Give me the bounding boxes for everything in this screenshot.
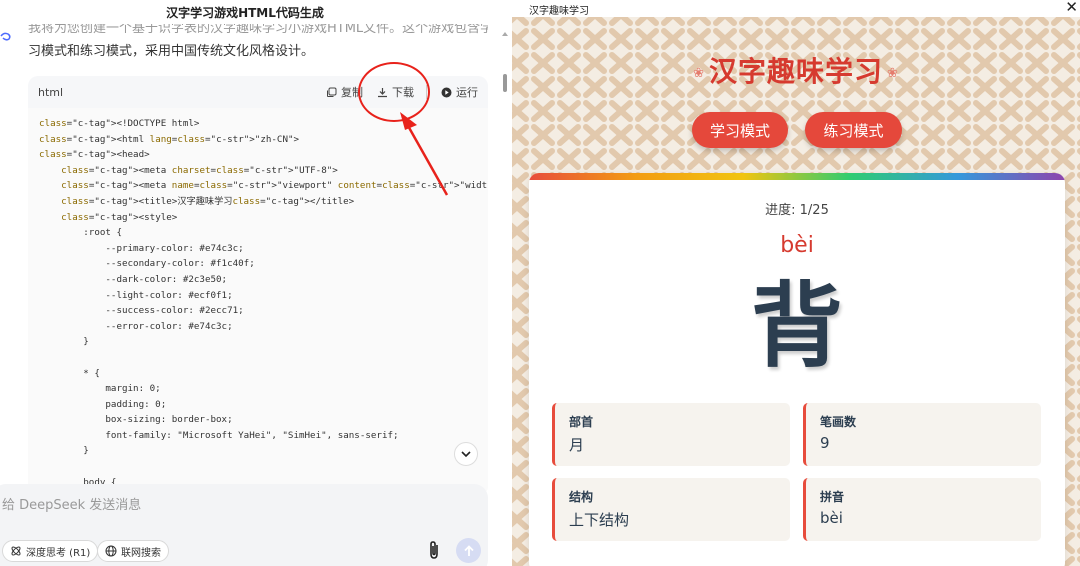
info-label: 结构: [569, 490, 594, 504]
scroll-up-arrow-icon[interactable]: [502, 32, 508, 36]
preview-panel: 汉字趣味学习 ✕ ❀ 汉字趣味学习 ❀ 学习模式 练习模式 进度: 1/25 bèi…: [512, 0, 1080, 566]
close-icon[interactable]: ✕: [1065, 0, 1078, 16]
game-title: ❀ 汉字趣味学习 ❀: [512, 50, 1080, 90]
chat-panel: 汉字学习游戏HTML代码生成 我将为您创建一个基于识字表的汉字趣味学习小游戏HT…: [0, 0, 512, 566]
code-line: --light-color: #ecf0f1;: [39, 289, 233, 301]
code-line: box-sizing: border-box;: [39, 414, 233, 426]
chinese-character: 背: [750, 273, 843, 380]
web-search-toggle[interactable]: 联网搜索: [97, 540, 169, 562]
assistant-intro: 我将为您创建一个基于识字表的汉字趣味学习小游戏HTML文件。这个游戏包含学 习模…: [28, 24, 488, 63]
code-line: padding: 0;: [39, 398, 167, 410]
play-icon: [441, 87, 452, 97]
info-value: 上下结构: [569, 511, 630, 529]
chevron-down-icon: [461, 450, 471, 457]
deep-think-toggle[interactable]: 深度思考 (R1): [2, 540, 99, 562]
chat-scrollbar[interactable]: [502, 28, 508, 563]
scroll-down-button[interactable]: [454, 442, 478, 466]
rainbow-bar: [529, 173, 1065, 180]
atom-icon: [11, 546, 21, 556]
learn-mode-button[interactable]: 学习模式: [692, 112, 788, 148]
code-line: --secondary-color: #f1c40f;: [39, 258, 255, 270]
code-line: }: [39, 445, 89, 457]
preview-header: 汉字趣味学习 ✕: [512, 0, 1080, 17]
conversation-title: 汉字学习游戏HTML代码生成: [166, 6, 324, 20]
message-input-placeholder: 给 DeepSeek 发送消息: [2, 498, 142, 513]
globe-icon: [105, 545, 117, 557]
character-card: 进度: 1/25 bèi 背 部首 月 笔画数 9 结构 上下结构 拼音 bèi: [529, 173, 1065, 566]
code-line: margin: 0;: [39, 383, 161, 395]
send-button[interactable]: [456, 538, 481, 563]
flower-icon: ❀: [887, 65, 899, 81]
code-line: --error-color: #e74c3c;: [39, 320, 233, 332]
info-pinyin: 拼音 bèi: [803, 478, 1041, 541]
progress-text: 进度: 1/25: [765, 203, 829, 218]
info-value: 月: [569, 436, 585, 454]
code-line: class="c-tag"><style>: [61, 211, 178, 223]
code-line: --dark-color: #2c3e50;: [39, 273, 228, 285]
info-radical: 部首 月: [552, 403, 790, 466]
info-stroke-count: 笔画数 9: [803, 403, 1041, 466]
intro-line-1: 我将为您创建一个基于识字表的汉字趣味学习小游戏HTML文件。这个游戏包含学: [28, 24, 488, 36]
code-line: --primary-color: #e74c3c;: [39, 242, 244, 254]
arrow-up-icon: [463, 544, 474, 556]
practice-mode-button[interactable]: 练习模式: [805, 112, 902, 148]
deepseek-logo-icon: [0, 32, 11, 41]
info-value: 9: [820, 434, 830, 452]
code-line: font-family: "Microsoft YaHei", "SimHei"…: [39, 429, 399, 441]
game-title-text: 汉字趣味学习: [708, 55, 883, 88]
code-line: * {: [39, 367, 100, 379]
flower-icon: ❀: [693, 65, 705, 81]
run-label: 运行: [456, 86, 478, 99]
info-structure: 结构 上下结构: [552, 478, 790, 541]
scrollbar-thumb[interactable]: [503, 74, 507, 92]
deep-think-label: 深度思考 (R1): [26, 547, 91, 559]
info-label: 拼音: [820, 490, 845, 504]
copy-icon: [327, 87, 337, 97]
screen: 汉字学习游戏HTML代码生成 我将为您创建一个基于识字表的汉字趣味学习小游戏HT…: [0, 0, 1080, 566]
pinyin-text: bèi: [780, 233, 814, 258]
preview-window-title: 汉字趣味学习: [529, 6, 589, 17]
intro-line-2: 习模式和练习模式，采用中国传统文化风格设计。: [28, 44, 315, 59]
code-line: }: [39, 336, 89, 348]
code-language-label: html: [38, 85, 64, 99]
annotation-arrow-icon: [400, 112, 449, 196]
paperclip-icon[interactable]: [426, 540, 442, 560]
web-search-label: 联网搜索: [121, 547, 161, 559]
info-value: bèi: [820, 509, 843, 527]
run-button[interactable]: 运行: [441, 84, 478, 100]
code-line: :root {: [39, 227, 122, 239]
code-line: --success-color: #2ecc71;: [39, 305, 244, 317]
info-label: 笔画数: [820, 415, 857, 429]
info-label: 部首: [569, 415, 594, 429]
